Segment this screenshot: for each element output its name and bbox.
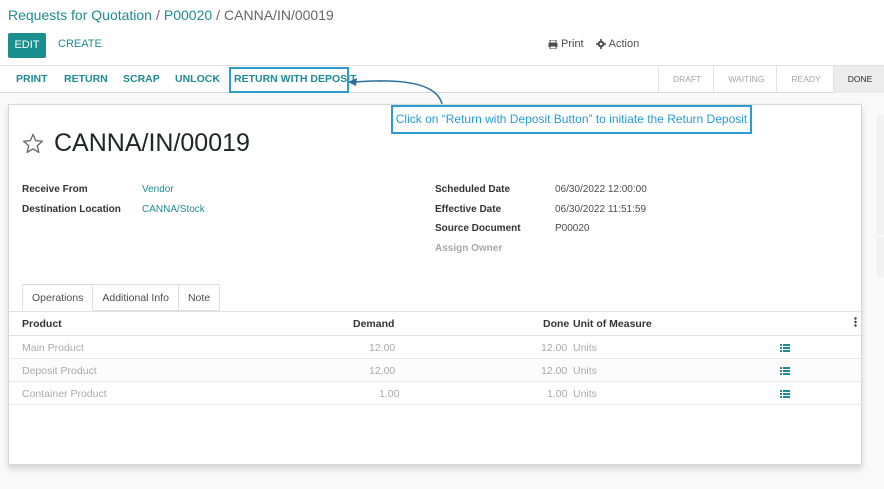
print-button[interactable]: PRINT <box>16 73 48 85</box>
print-icon <box>548 39 558 49</box>
side-panel-edge <box>877 115 884 143</box>
action-label: Action <box>608 38 640 50</box>
row-product: Main Product <box>22 342 84 354</box>
row-done: 12.00 <box>541 342 568 354</box>
detailed-operations-icon[interactable] <box>780 389 790 401</box>
print-label: Print <box>561 38 584 50</box>
row-done: 12.00 <box>541 365 568 377</box>
breadcrumb-current: CANNA/IN/00019 <box>224 7 334 23</box>
print-dropdown[interactable]: Print <box>548 38 584 50</box>
stage-waiting: WAITING <box>713 66 776 93</box>
row-demand: 12.00 <box>369 365 396 377</box>
tab-note[interactable]: Note <box>178 284 221 311</box>
edit-button[interactable]: EDIT <box>8 33 46 58</box>
scheduled-date-label: Scheduled Date <box>435 184 511 195</box>
detailed-operations-icon[interactable] <box>780 366 790 378</box>
sidebar-buttons: Print Action <box>548 38 639 50</box>
tab-operations[interactable]: Operations <box>22 284 94 311</box>
row-done: 1.00 <box>547 388 568 400</box>
scheduled-date-value: 06/30/2022 12:00:00 <box>555 184 647 195</box>
action-dropdown[interactable]: Action <box>595 38 640 50</box>
assign-owner-label: Assign Owner <box>435 243 503 254</box>
table-row[interactable]: Container Product 1.00 1.00 Units <box>9 382 861 405</box>
destination-label: Destination Location <box>22 204 121 215</box>
breadcrumb-po[interactable]: P00020 <box>164 7 212 23</box>
row-product: Deposit Product <box>22 365 97 377</box>
scrap-button[interactable]: SCRAP <box>123 73 160 85</box>
source-document-value: P00020 <box>555 223 590 234</box>
detailed-operations-icon[interactable] <box>780 343 790 355</box>
table-row[interactable]: Main Product 12.00 12.00 Units <box>9 336 861 359</box>
col-uom[interactable]: Unit of Measure <box>573 318 652 330</box>
return-button[interactable]: RETURN <box>64 73 108 85</box>
row-demand: 1.00 <box>379 388 400 400</box>
col-done[interactable]: Done <box>543 318 569 330</box>
column-options-icon[interactable] <box>854 317 857 330</box>
form-sheet: CANNA/IN/00019 Receive From Vendor Desti… <box>8 104 862 465</box>
receive-from-label: Receive From <box>22 184 88 195</box>
row-demand: 12.00 <box>369 342 396 354</box>
source-document-label: Source Document <box>435 223 521 234</box>
stage-bar: DRAFT WAITING READY DONE <box>658 66 884 93</box>
col-product[interactable]: Product <box>22 318 62 330</box>
notebook-tabs: Operations Additional Info Note <box>22 284 221 311</box>
stage-ready: READY <box>776 66 832 93</box>
row-uom: Units <box>573 365 597 377</box>
title-row: CANNA/IN/00019 <box>22 129 250 158</box>
breadcrumb-rfq[interactable]: Requests for Quotation <box>8 7 152 23</box>
annotation-tooltip: Click on “Return with Deposit Button” to… <box>391 105 752 134</box>
star-icon[interactable] <box>22 133 44 154</box>
create-button[interactable]: CREATE <box>58 38 102 50</box>
annotation-arrow <box>348 78 443 105</box>
breadcrumb: Requests for Quotation / P00020/CANNA/IN/0… <box>8 7 334 23</box>
tab-additional-info[interactable]: Additional Info <box>93 284 179 311</box>
row-uom: Units <box>573 342 597 354</box>
receive-from-value[interactable]: Vendor <box>142 184 174 195</box>
stage-done: DONE <box>832 66 884 93</box>
stage-draft: DRAFT <box>658 66 713 93</box>
row-product: Container Product <box>22 388 107 400</box>
col-demand[interactable]: Demand <box>353 318 394 330</box>
highlight-box <box>229 67 349 93</box>
unlock-button[interactable]: UNLOCK <box>175 73 220 85</box>
table-header: Product Demand Done Unit of Measure <box>9 312 861 336</box>
breadcrumb-separator: / <box>155 7 160 23</box>
effective-date-value: 06/30/2022 11:51:59 <box>555 204 647 215</box>
side-panel-edge <box>877 140 884 235</box>
destination-value[interactable]: CANNA/Stock <box>142 204 205 215</box>
breadcrumb-separator: / <box>216 7 221 23</box>
row-uom: Units <box>573 388 597 400</box>
side-panel-edge <box>877 237 884 277</box>
effective-date-label: Effective Date <box>435 204 502 215</box>
control-panel: Requests for Quotation / P00020/CANNA/IN/0… <box>0 0 884 66</box>
gear-icon <box>595 39 606 49</box>
record-title: CANNA/IN/00019 <box>54 129 250 157</box>
table-row[interactable]: Deposit Product 12.00 12.00 Units <box>9 359 861 382</box>
